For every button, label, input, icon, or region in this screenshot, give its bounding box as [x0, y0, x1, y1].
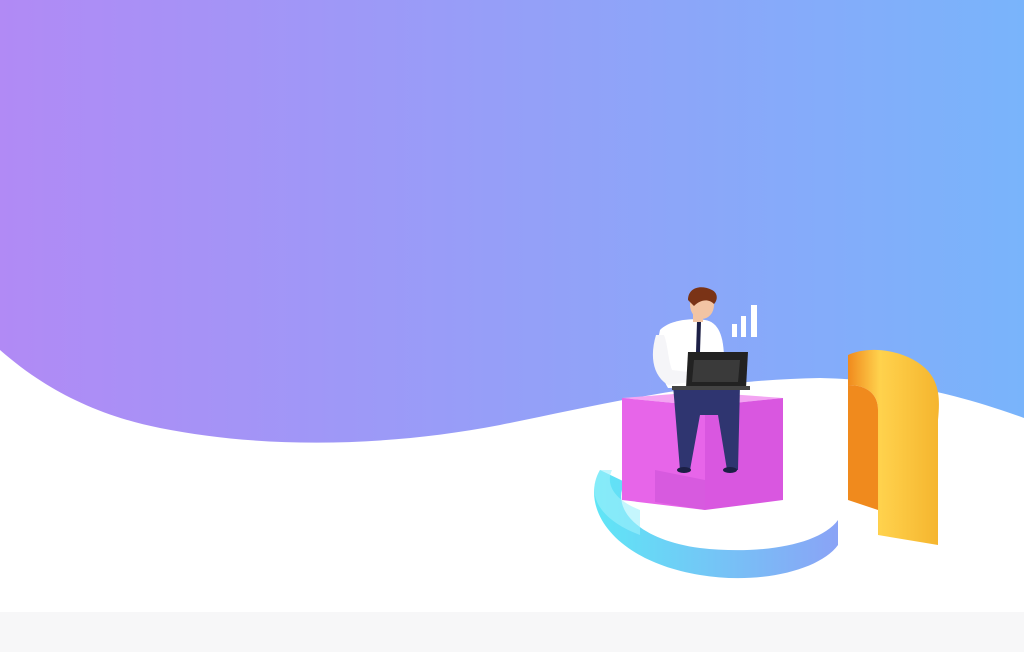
- analytics-illustration: [594, 287, 939, 579]
- yellow-arc-block: [848, 349, 939, 545]
- bar-chart-icon: [732, 305, 757, 337]
- hero-banner: [0, 0, 1024, 652]
